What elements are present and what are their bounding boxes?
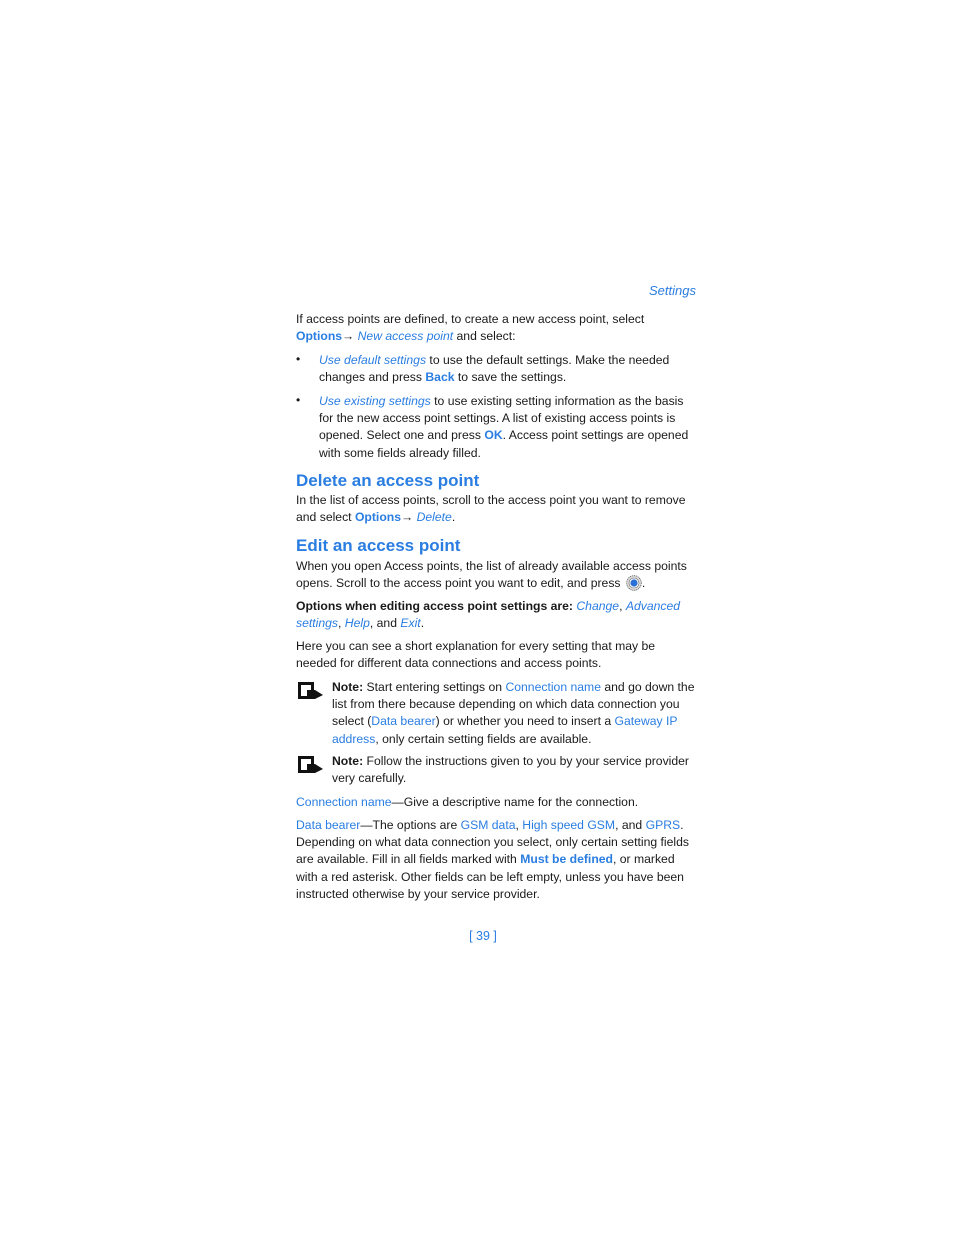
intro-paragraph: If access points are defined, to create … xyxy=(296,311,696,345)
options-label: Options when editing access point settin… xyxy=(296,599,577,613)
separator: , xyxy=(619,599,626,613)
arrow: → xyxy=(342,329,355,344)
data-bearer-text: —The options are xyxy=(360,818,461,832)
ok-key-ref: OK xyxy=(484,428,503,443)
separator: , and xyxy=(369,616,401,631)
connection-name-desc: —Give a descriptive name for the connect… xyxy=(391,795,639,809)
arrow: → xyxy=(401,510,417,525)
gprs-ref: GPRS xyxy=(645,818,681,832)
edit-paragraph: When you open Access points, the list of… xyxy=(296,558,696,592)
note-block: Note: Follow the instructions given to y… xyxy=(296,753,696,787)
must-be-defined-ref: Must be defined xyxy=(520,852,613,867)
edit-heading: Edit an access point xyxy=(296,536,461,555)
use-default-settings-ref: Use default settings xyxy=(319,353,427,367)
options-menu-ref: Options xyxy=(354,510,401,525)
note-text: , only certain setting fields are availa… xyxy=(375,731,592,746)
bullet-text-end: to save the settings. xyxy=(454,370,567,385)
note-label: Note: xyxy=(332,680,364,694)
bullet-item: • Use existing settings to use existing … xyxy=(296,393,696,462)
data-bearer-ref: Data bearer xyxy=(371,714,436,729)
page-number: [ 39 ] xyxy=(469,929,497,943)
help-ref: Help xyxy=(344,616,370,631)
gsm-data-ref: GSM data xyxy=(460,818,516,832)
delete-paragraph: In the list of access points, scroll to … xyxy=(296,492,696,526)
note-text: Start entering settings on xyxy=(363,680,506,694)
note-icon xyxy=(298,682,323,699)
options-menu-ref: Options xyxy=(296,329,343,344)
note-block: Note: Start entering settings on Connect… xyxy=(296,679,696,748)
connection-name-ref: Connection name xyxy=(505,680,601,694)
back-key-ref: Back xyxy=(425,370,455,385)
data-bearer-paragraph: Data bearer—The options are GSM data, Hi… xyxy=(296,817,696,903)
high-speed-gsm-ref: High speed GSM xyxy=(522,818,616,832)
bullet-dot: • xyxy=(296,352,301,366)
separator: , xyxy=(338,616,345,631)
connection-name-term: Connection name xyxy=(296,795,392,809)
intro-text: If access points are defined, to create … xyxy=(296,312,645,326)
edit-options-paragraph: Options when editing access point settin… xyxy=(296,598,696,632)
connection-name-paragraph: Connection name—Give a descriptive name … xyxy=(296,794,696,811)
note-text: Follow the instructions given to you by … xyxy=(332,754,689,786)
change-ref: Change xyxy=(576,599,620,613)
section-header: Settings xyxy=(649,283,696,298)
period: . xyxy=(641,576,646,591)
bullet-item: • Use default settings to use the defaul… xyxy=(296,352,696,386)
period: . xyxy=(420,616,425,631)
note-text: ) or whether you need to insert a xyxy=(435,714,615,729)
explanation-paragraph: Here you can see a short explanation for… xyxy=(296,639,656,671)
delete-ref: Delete xyxy=(416,510,452,525)
bullet-dot: • xyxy=(296,393,301,407)
new-access-point-ref: New access point xyxy=(357,329,454,344)
note-label: Note: xyxy=(332,754,364,768)
note-icon xyxy=(298,756,323,773)
data-bearer-term: Data bearer xyxy=(296,818,361,832)
delete-heading: Delete an access point xyxy=(296,471,480,490)
separator: , and xyxy=(615,818,646,832)
intro-text-end: and select: xyxy=(453,329,516,344)
exit-ref: Exit xyxy=(400,616,421,631)
use-existing-settings-ref: Use existing settings xyxy=(319,394,431,408)
joystick-icon xyxy=(626,575,642,591)
period: . xyxy=(451,510,456,525)
